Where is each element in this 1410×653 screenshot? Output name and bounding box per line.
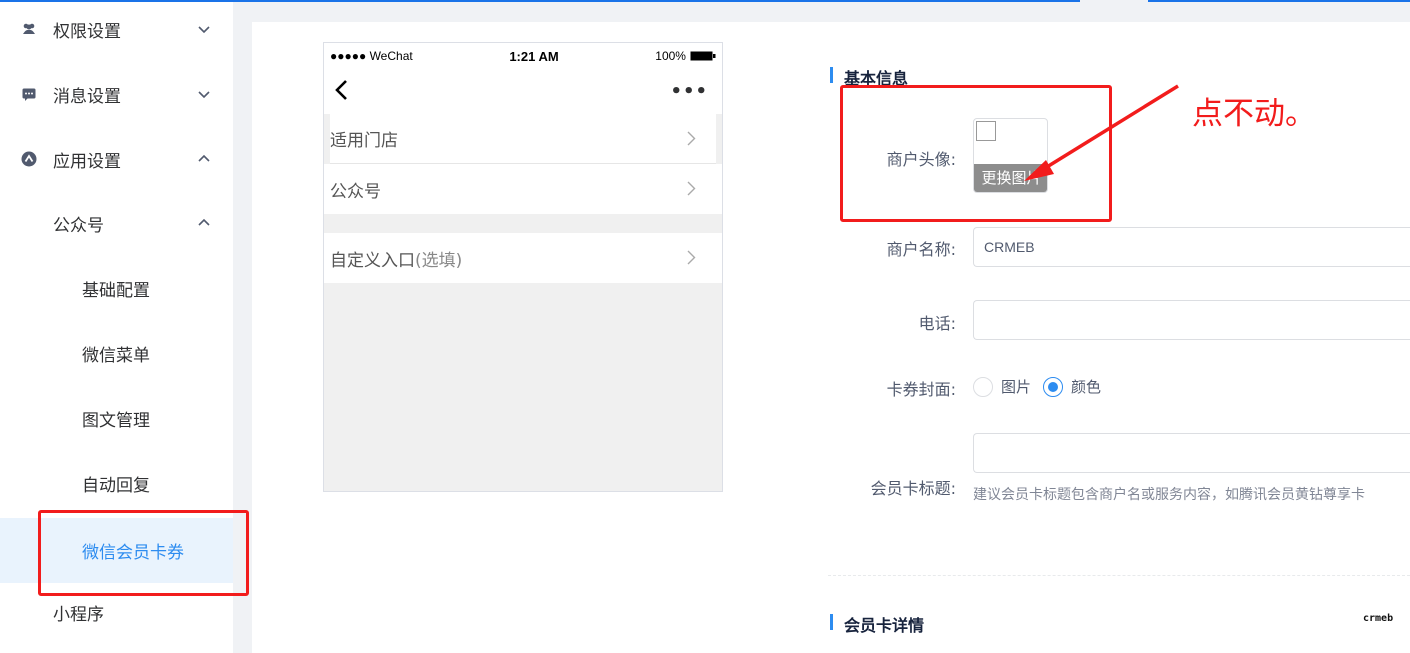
sidebar-item-label: 权限设置 <box>53 21 121 42</box>
card-title-input[interactable] <box>973 433 1410 473</box>
chevron-down-icon <box>198 26 210 34</box>
radio-label: 颜色 <box>1071 378 1102 396</box>
sidebar-item-auto-reply[interactable]: 自动回复 <box>0 453 233 513</box>
section-title-detail: 会员卡详情 <box>830 612 924 636</box>
card-title-help: 建议会员卡标题包含商户名或服务内容，如腾讯会员黄钻尊享卡 <box>973 487 1365 503</box>
row-label: 适用门店 <box>330 131 398 151</box>
message-icon <box>21 86 37 102</box>
card-title-label: 会员卡标题: <box>870 479 956 498</box>
sidebar-item-label: 消息设置 <box>53 86 121 107</box>
sidebar-item-label: 小程序 <box>53 604 104 625</box>
chevron-right-icon <box>687 181 696 196</box>
merchant-name-label: 商户名称: <box>886 240 956 259</box>
sidebar-item-basic-config[interactable]: 基础配置 <box>0 258 233 318</box>
app-icon <box>21 151 37 167</box>
row-hint: (选填) <box>415 250 463 271</box>
radio-circle-selected <box>1043 376 1063 397</box>
row-label: 自定义入口 <box>330 250 415 271</box>
sidebar-item-label: 应用设置 <box>53 151 121 172</box>
merchant-name-input[interactable]: CRMEB <box>973 227 1410 267</box>
annotation-text: 点不动。 <box>1192 96 1316 132</box>
sidebar-item-label: 基础配置 <box>82 280 150 301</box>
radio-label: 图片 <box>1001 378 1032 396</box>
sidebar-item-permissions[interactable]: 权限设置 <box>0 0 233 59</box>
battery-icon <box>690 51 716 61</box>
back-icon[interactable] <box>334 79 348 101</box>
cover-radio-image[interactable]: 图片 <box>973 376 1031 397</box>
sidebar-item-label: 微信菜单 <box>82 345 150 366</box>
phone-preview: ●●●●● WeChat 1:21 AM 100% ••• 适用门店 公众号 自… <box>323 42 723 492</box>
watermark-logo: crmeb <box>1363 613 1394 624</box>
sidebar-item-articles[interactable]: 图文管理 <box>0 388 233 448</box>
more-icon[interactable]: ••• <box>670 81 708 102</box>
sidebar-item-label: 图文管理 <box>82 410 150 431</box>
battery-text: 100% <box>655 49 686 63</box>
cover-radio-color[interactable]: 颜色 <box>1043 376 1101 397</box>
annotation-box-sidebar <box>38 510 249 596</box>
phone-status-bar: ●●●●● WeChat 1:21 AM 100% <box>324 43 722 69</box>
carrier-text: ●●●●● WeChat <box>330 49 413 63</box>
sidebar-item-messages[interactable]: 消息设置 <box>0 64 233 124</box>
radio-circle <box>973 376 993 397</box>
sidebar-item-label: 公众号 <box>53 215 104 236</box>
chevron-right-icon <box>687 131 696 146</box>
phone-label: 电话: <box>918 314 956 333</box>
phone-input[interactable] <box>973 300 1410 340</box>
sidebar-item-official-account[interactable]: 公众号 <box>0 193 233 253</box>
chevron-up-icon <box>198 218 210 226</box>
users-icon <box>21 21 37 37</box>
row-label: 公众号 <box>330 181 381 202</box>
sidebar-item-wechat-menu[interactable]: 微信菜单 <box>0 323 233 383</box>
annotation-arrow-icon <box>1024 84 1179 181</box>
cover-label: 卡券封面: <box>886 380 956 399</box>
phone-navbar: ••• <box>324 69 722 114</box>
phone-row-custom-entry[interactable]: 自定义入口 (选填) <box>324 233 722 283</box>
sidebar-item-label: 自动回复 <box>82 475 150 496</box>
divider <box>828 575 1410 576</box>
chevron-up-icon <box>198 154 210 162</box>
chevron-right-icon <box>687 250 696 265</box>
phone-row-official-account[interactable]: 公众号 <box>324 164 722 214</box>
phone-row-stores[interactable]: 适用门店 <box>330 114 716 164</box>
chevron-down-icon <box>198 91 210 99</box>
sidebar-item-app-settings[interactable]: 应用设置 <box>0 129 233 189</box>
time-text: 1:21 AM <box>509 48 559 64</box>
